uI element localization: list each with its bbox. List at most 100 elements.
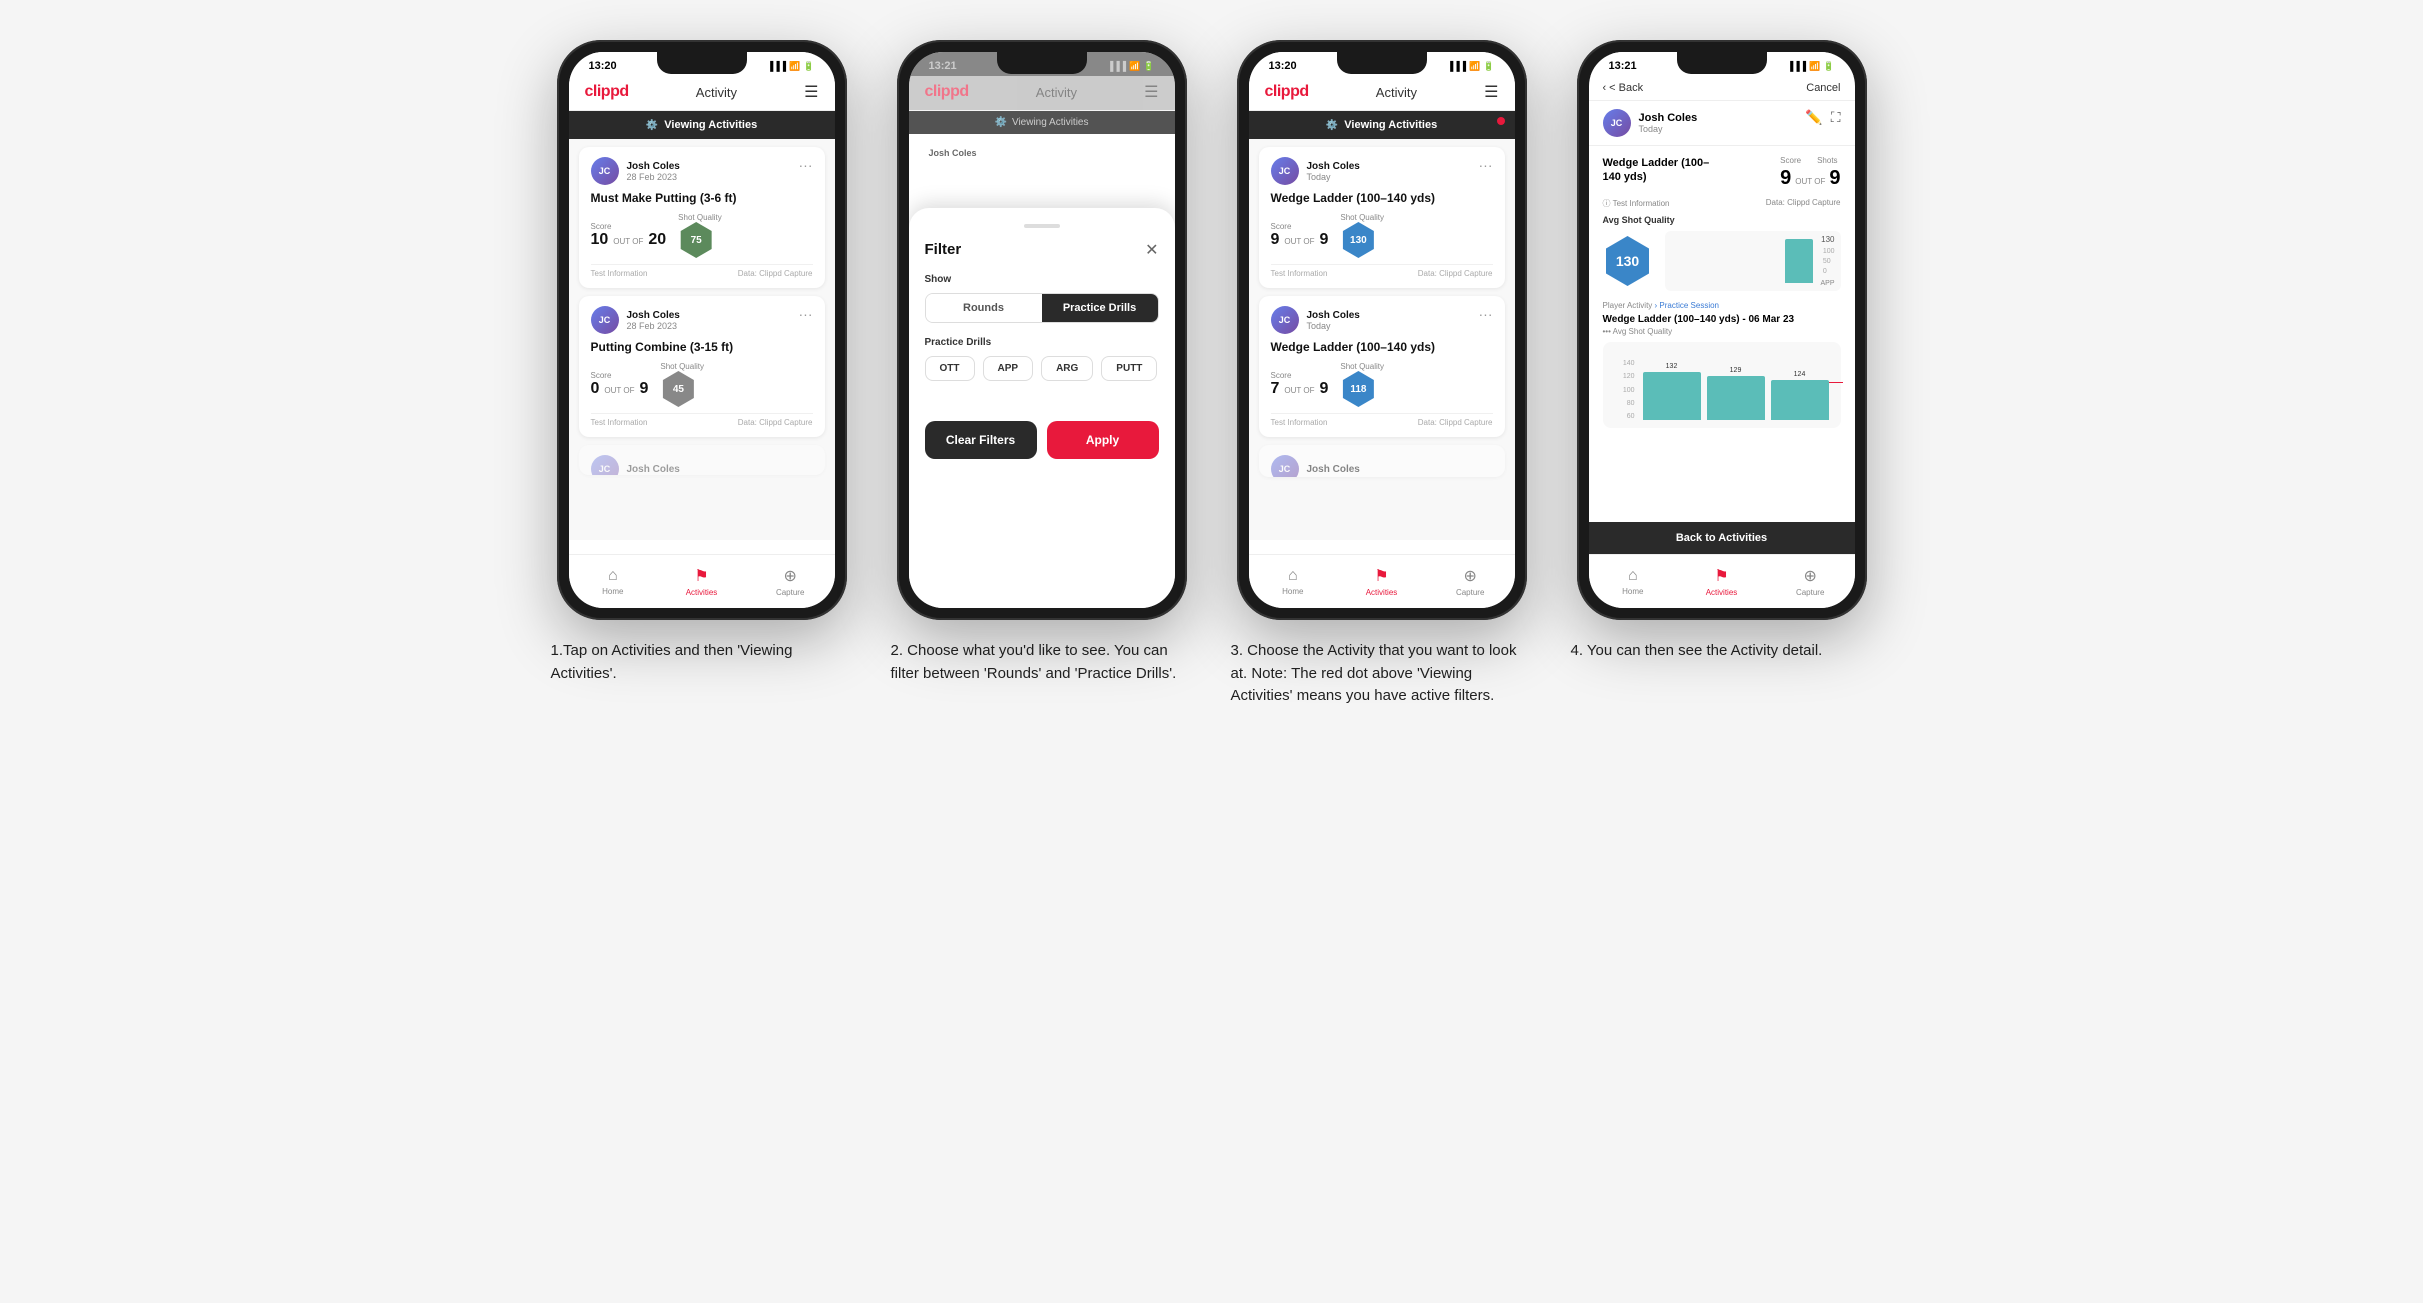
stat-outof-3-2: 7 OUT OF 9	[1271, 380, 1329, 398]
detail-user-date-4: Today	[1639, 124, 1698, 134]
mini-chart-4: 130 100500 APP	[1665, 231, 1841, 291]
activity-card-3-2[interactable]: JC Josh Coles Today ··· Wedge Ladder (10…	[1259, 296, 1505, 437]
chip-arg[interactable]: ARG	[1041, 356, 1093, 381]
nav-home-1[interactable]: ⌂ Home	[569, 555, 658, 608]
activity-card-1-3[interactable]: JC Josh Coles	[579, 445, 825, 475]
card-more-3-2[interactable]: ···	[1479, 306, 1493, 322]
bottom-nav-4: ⌂ Home ⚑ Activities ⊕ Capture	[1589, 554, 1855, 608]
expand-icon[interactable]: ⛶	[1831, 109, 1841, 126]
menu-icon-2[interactable]: ☰	[1144, 82, 1158, 102]
banner-text-3: Viewing Activities	[1344, 119, 1437, 131]
dimmed-card-2: Josh Coles	[919, 140, 1165, 180]
shots-val-1-1: 20	[648, 231, 666, 249]
user-name-3-1: Josh Coles	[1307, 161, 1360, 172]
detail-score-4: 9	[1780, 167, 1791, 190]
back-to-activities-btn[interactable]: Back to Activities	[1589, 522, 1855, 554]
card-more-1-1[interactable]: ···	[799, 157, 813, 173]
signal-icon-4: ▐▐▐	[1787, 61, 1806, 71]
nav-activities-4[interactable]: ⚑ Activities	[1677, 555, 1766, 608]
bottom-nav-3: ⌂ Home ⚑ Activities ⊕ Capture	[1249, 554, 1515, 608]
page-container: 13:20 ▐▐▐ 📶 🔋 clippd Activity ☰	[547, 40, 1877, 708]
bar-1-4: 132	[1643, 363, 1701, 420]
chip-putt[interactable]: PUTT	[1101, 356, 1157, 381]
practice-drills-toggle-btn[interactable]: Practice Drills	[1042, 294, 1158, 322]
card-more-1-2[interactable]: ···	[799, 306, 813, 322]
avatar-3-3: JC	[1271, 455, 1299, 477]
detail-user-info-4: JC Josh Coles Today	[1603, 109, 1698, 137]
card-stats-1-1: Score 10 OUT OF 20 Shot Quality	[591, 213, 813, 258]
activity-card-1-1[interactable]: JC Josh Coles 28 Feb 2023 ··· Must Make …	[579, 147, 825, 288]
nav-capture-3[interactable]: ⊕ Capture	[1426, 555, 1515, 608]
battery-icon-2: 🔋	[1143, 61, 1154, 72]
user-date-3-1: Today	[1307, 172, 1360, 182]
user-date-1-2: 28 Feb 2023	[627, 321, 680, 331]
activity-card-1-2[interactable]: JC Josh Coles 28 Feb 2023 ··· Putting Co…	[579, 296, 825, 437]
rounds-toggle-btn[interactable]: Rounds	[926, 294, 1042, 322]
chip-ott[interactable]: OTT	[925, 356, 975, 381]
session-title-4: Wedge Ladder (100–140 yds) - 06 Mar 23	[1603, 314, 1841, 325]
nav-activities-label-3: Activities	[1366, 588, 1398, 597]
card-user-1-3: JC Josh Coles	[591, 455, 813, 475]
shots-col-label-4: Shots	[1817, 156, 1837, 165]
nav-capture-4[interactable]: ⊕ Capture	[1766, 555, 1855, 608]
bottom-nav-1: ⌂ Home ⚑ Activities ⊕ Capture	[569, 554, 835, 608]
outof-text-1-1: OUT OF	[613, 237, 643, 246]
stat-sq-3-2: Shot Quality 118	[1340, 362, 1384, 407]
step-3-text: 3. Choose the Activity that you want to …	[1227, 640, 1537, 708]
app-header-title-3: Activity	[1376, 85, 1417, 100]
step-3-container: 13:20 ▐▐▐ 📶 🔋 clippd Activity ☰ ⚙️	[1227, 40, 1537, 708]
score-label-3-2: Score	[1271, 371, 1329, 380]
detail-info-2-4: Data: Clippd Capture	[1766, 198, 1841, 209]
activity-card-3-3[interactable]: JC Josh Coles	[1259, 445, 1505, 477]
activity-list-1: JC Josh Coles 28 Feb 2023 ··· Must Make …	[569, 139, 835, 540]
nav-capture-1[interactable]: ⊕ Capture	[746, 555, 835, 608]
wifi-icon-2: 📶	[1129, 61, 1140, 72]
shots-val-3-2: 9	[1319, 380, 1328, 398]
capture-icon-3: ⊕	[1463, 566, 1476, 586]
menu-icon-1[interactable]: ☰	[804, 82, 818, 102]
menu-icon-3[interactable]: ☰	[1484, 82, 1498, 102]
activity-card-3-1[interactable]: JC Josh Coles Today ··· Wedge Ladder (10…	[1259, 147, 1505, 288]
footer-right-3-2: Data: Clippd Capture	[1418, 418, 1493, 427]
edit-icon[interactable]: ✏️	[1805, 109, 1822, 126]
home-icon-1: ⌂	[608, 567, 618, 585]
score-label-1-2: Score	[591, 371, 649, 380]
chip-app[interactable]: APP	[983, 356, 1034, 381]
phone-notch-2	[997, 52, 1087, 74]
score-val-3-2: 7	[1271, 380, 1280, 398]
viewing-banner-1[interactable]: ⚙️ Viewing Activities	[569, 111, 835, 139]
app-logo-1: clippd	[585, 83, 629, 101]
footer-left-1-1: Test Information	[591, 269, 648, 278]
status-icons-4: ▐▐▐ 📶 🔋	[1787, 61, 1835, 72]
user-info-1-1: Josh Coles 28 Feb 2023	[627, 161, 680, 182]
chart-axis-4: 100500	[1823, 247, 1835, 276]
clear-filters-button[interactable]: Clear Filters	[925, 421, 1037, 459]
close-icon-2[interactable]: ✕	[1145, 240, 1158, 260]
nav-activities-3[interactable]: ⚑ Activities	[1337, 555, 1426, 608]
stat-outof-1-2: 0 OUT OF 9	[591, 380, 649, 398]
footer-left-3-2: Test Information	[1271, 418, 1328, 427]
apply-button[interactable]: Apply	[1047, 421, 1159, 459]
nav-activities-1[interactable]: ⚑ Activities	[657, 555, 746, 608]
score-col-label-4: Score	[1780, 156, 1801, 165]
dimmed-banner-2: ⚙️ Viewing Activities	[909, 111, 1175, 134]
banner-icon-3: ⚙️	[1326, 120, 1338, 131]
bar-2-4: 129	[1707, 367, 1765, 420]
stat-sq-1-1: Shot Quality 75	[678, 213, 722, 258]
footer-right-1-1: Data: Clippd Capture	[738, 269, 813, 278]
nav-home-label-1: Home	[602, 587, 623, 596]
back-button[interactable]: ‹ < Back	[1603, 82, 1644, 94]
user-name-1-3: Josh Coles	[627, 464, 680, 475]
nav-activities-label-4: Activities	[1706, 588, 1738, 597]
viewing-banner-3[interactable]: ⚙️ Viewing Activities	[1249, 111, 1515, 139]
banner-icon-2: ⚙️	[995, 117, 1007, 128]
chart-bars-4: 132 129 124	[1643, 360, 1829, 420]
nav-home-3[interactable]: ⌂ Home	[1249, 555, 1338, 608]
detail-avatar-4: JC	[1603, 109, 1631, 137]
nav-home-4[interactable]: ⌂ Home	[1589, 555, 1678, 608]
card-more-3-1[interactable]: ···	[1479, 157, 1493, 173]
sq-label-1-2: Shot Quality	[660, 362, 704, 371]
cancel-button[interactable]: Cancel	[1806, 82, 1840, 94]
app-logo-3: clippd	[1265, 83, 1309, 101]
app-header-2: clippd Activity ☰	[909, 76, 1175, 111]
